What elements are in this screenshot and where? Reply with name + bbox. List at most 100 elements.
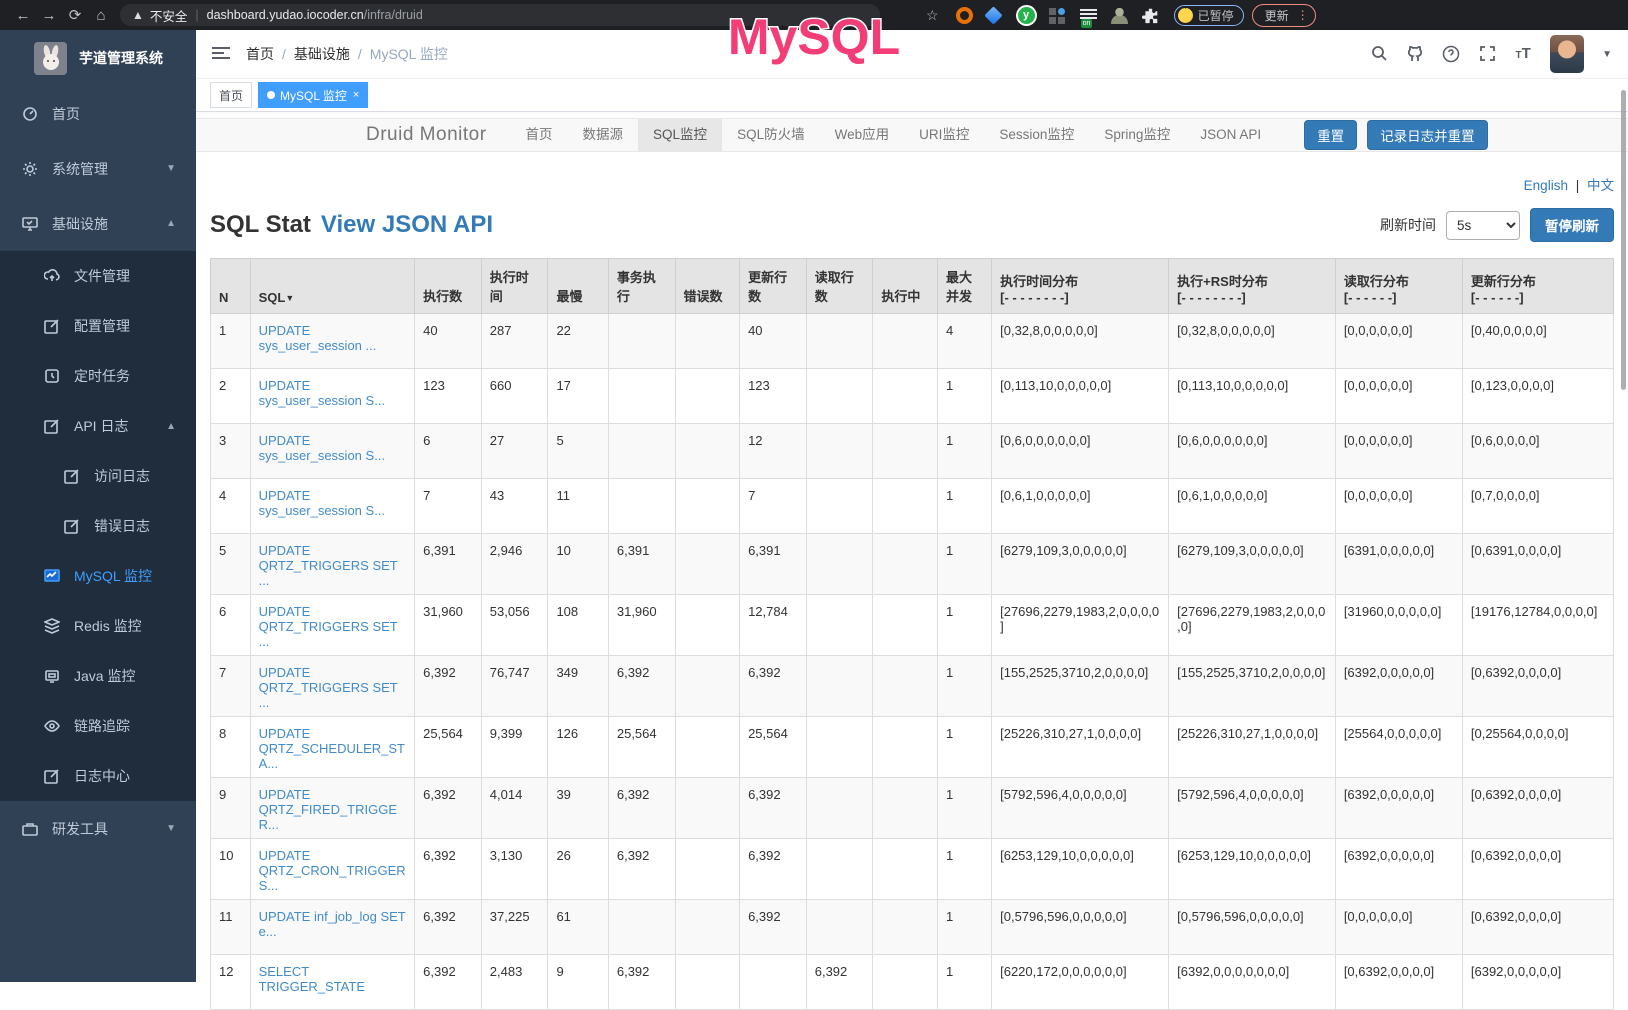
druid-tab-sql[interactable]: SQL监控 bbox=[638, 118, 722, 152]
extension-person-icon[interactable] bbox=[1111, 7, 1128, 24]
col-tx-exec[interactable]: 事务执行 bbox=[608, 259, 675, 314]
sql-link[interactable]: UPDATE QRTZ_TRIGGERS SET ... bbox=[259, 604, 398, 649]
fullscreen-icon[interactable] bbox=[1478, 45, 1496, 63]
sidebar-item-api-log[interactable]: API 日志 ▲ bbox=[0, 401, 196, 451]
back-icon[interactable]: ← bbox=[10, 7, 36, 24]
tag-home[interactable]: 首页 bbox=[210, 82, 252, 108]
col-read-rows[interactable]: 读取行数 bbox=[806, 259, 873, 314]
col-errors[interactable]: 错误数 bbox=[675, 259, 740, 314]
cell-read-row-dist: [0,0,0,0,0,0] bbox=[1335, 424, 1462, 479]
sql-link[interactable]: UPDATE inf_job_log SET e... bbox=[259, 909, 406, 939]
paused-extension-badge[interactable]: 已暂停 bbox=[1174, 5, 1244, 26]
sidebar-item-config[interactable]: 配置管理 bbox=[0, 301, 196, 351]
reset-and-log-button[interactable]: 记录日志并重置 bbox=[1367, 120, 1488, 150]
sql-link[interactable]: UPDATE QRTZ_TRIGGERS SET ... bbox=[259, 665, 398, 710]
sql-link[interactable]: UPDATE sys_user_session S... bbox=[259, 488, 385, 518]
forward-icon[interactable]: → bbox=[36, 7, 62, 24]
reset-button[interactable]: 重置 bbox=[1304, 120, 1357, 150]
sidebar-item-mysql-monitor[interactable]: MySQL 监控 bbox=[0, 551, 196, 601]
col-exec-count[interactable]: 执行数 bbox=[415, 259, 482, 314]
lang-chinese-link[interactable]: 中文 bbox=[1587, 178, 1614, 193]
sql-link[interactable]: UPDATE sys_user_session S... bbox=[259, 433, 385, 463]
kebab-menu-icon[interactable]: ⋮ bbox=[1297, 8, 1309, 22]
tag-mysql-monitor[interactable]: MySQL 监控 × bbox=[258, 82, 368, 108]
sidebar-item-system[interactable]: 系统管理 ▼ bbox=[0, 141, 196, 196]
scrollbar-thumb[interactable] bbox=[1621, 90, 1626, 390]
extensions-puzzle-icon[interactable] bbox=[1142, 7, 1159, 24]
chrome-update-button[interactable]: 更新 ⋮ bbox=[1252, 4, 1316, 27]
druid-tab-home[interactable]: 首页 bbox=[511, 118, 568, 152]
col-running[interactable]: 执行中 bbox=[873, 259, 938, 314]
sql-link[interactable]: UPDATE QRTZ_CRON_TRIGGERS... bbox=[259, 848, 406, 893]
cell-max-concurrent: 1 bbox=[937, 900, 991, 955]
page-title: SQL Stat bbox=[210, 211, 311, 239]
sql-link[interactable]: UPDATE sys_user_session S... bbox=[259, 378, 385, 408]
col-exec-time[interactable]: 执行时间 bbox=[481, 259, 548, 314]
sidebar-item-file[interactable]: 文件管理 bbox=[0, 251, 196, 301]
sidebar-item-infra[interactable]: 基础设施 ▲ bbox=[0, 196, 196, 251]
sidebar-item-redis-monitor[interactable]: Redis 监控 bbox=[0, 601, 196, 651]
col-sql[interactable]: SQL▼ bbox=[250, 259, 415, 314]
sidebar-item-java-monitor[interactable]: Java 监控 bbox=[0, 651, 196, 701]
col-max-concurrent[interactable]: 最大并发 bbox=[937, 259, 991, 314]
sidebar-item-error-log[interactable]: 错误日志 bbox=[0, 501, 196, 551]
druid-tab-session[interactable]: Session监控 bbox=[984, 118, 1089, 152]
extension-gem-icon[interactable] bbox=[984, 6, 1002, 24]
font-size-icon[interactable]: TT bbox=[1514, 45, 1532, 63]
lang-english-link[interactable]: English bbox=[1524, 178, 1568, 193]
refresh-interval-select[interactable]: 5s bbox=[1446, 211, 1520, 240]
extension-squares-icon[interactable] bbox=[1049, 7, 1066, 24]
sidebar-item-job[interactable]: 定时任务 bbox=[0, 351, 196, 401]
sql-link[interactable]: SELECT TRIGGER_STATE bbox=[259, 964, 365, 994]
search-icon[interactable] bbox=[1370, 45, 1388, 63]
view-json-api-link[interactable]: View JSON API bbox=[321, 211, 493, 239]
sidebar-item-dev-tools[interactable]: 研发工具 ▼ bbox=[0, 801, 196, 856]
cell-exec-count: 6 bbox=[415, 424, 482, 479]
hamburger-icon[interactable] bbox=[212, 47, 230, 61]
user-menu-caret-icon[interactable]: ▼ bbox=[1602, 49, 1612, 60]
bookmark-star-icon[interactable]: ☆ bbox=[926, 7, 939, 24]
druid-tab-wall[interactable]: SQL防火墙 bbox=[722, 118, 820, 152]
extension-donut-icon[interactable] bbox=[956, 7, 973, 24]
cell-n: 3 bbox=[211, 424, 251, 479]
breadcrumb-home[interactable]: 首页 bbox=[246, 44, 274, 64]
cell-read-rows bbox=[806, 534, 873, 595]
col-update-row-dist[interactable]: 更新行分布[- - - - - -] bbox=[1462, 259, 1613, 314]
col-exec-time-dist[interactable]: 执行时间分布[- - - - - - - -] bbox=[992, 259, 1169, 314]
sidebar-item-access-log[interactable]: 访问日志 bbox=[0, 451, 196, 501]
sidebar-item-home[interactable]: 首页 bbox=[0, 86, 196, 141]
extension-list-icon[interactable]: on bbox=[1080, 7, 1097, 24]
breadcrumb-infra[interactable]: 基础设施 bbox=[294, 44, 350, 64]
github-icon[interactable] bbox=[1406, 45, 1424, 63]
extension-green-icon[interactable]: y bbox=[1018, 7, 1035, 24]
sql-link[interactable]: UPDATE sys_user_session ... bbox=[259, 323, 377, 353]
cell-max-concurrent: 1 bbox=[937, 595, 991, 656]
cell-read-row-dist: [0,0,0,0,0,0] bbox=[1335, 314, 1462, 369]
col-n[interactable]: N bbox=[211, 259, 251, 314]
druid-tab-jsonapi[interactable]: JSON API bbox=[1185, 118, 1276, 152]
close-tag-icon[interactable]: × bbox=[353, 89, 359, 101]
col-slowest[interactable]: 最慢 bbox=[548, 259, 608, 314]
help-icon[interactable] bbox=[1442, 45, 1460, 63]
home-icon[interactable]: ⌂ bbox=[88, 7, 114, 24]
druid-tab-uri[interactable]: URI监控 bbox=[904, 118, 984, 152]
col-read-row-dist[interactable]: 读取行分布[- - - - - -] bbox=[1335, 259, 1462, 314]
druid-logo[interactable]: Druid Monitor bbox=[366, 124, 487, 146]
col-exec-rs-dist[interactable]: 执行+RS时分布[- - - - - - - -] bbox=[1169, 259, 1336, 314]
app-logo-row[interactable]: 芋道管理系统 bbox=[0, 30, 196, 86]
reload-icon[interactable]: ⟳ bbox=[62, 6, 88, 24]
col-update-rows[interactable]: 更新行数 bbox=[740, 259, 807, 314]
druid-tab-spring[interactable]: Spring监控 bbox=[1089, 118, 1185, 152]
sidebar-item-tracing[interactable]: 链路追踪 bbox=[0, 701, 196, 751]
cell-update-row-dist: [0,40,0,0,0,0] bbox=[1462, 314, 1613, 369]
sql-link[interactable]: UPDATE QRTZ_SCHEDULER_STA... bbox=[259, 726, 405, 771]
tags-view: 首页 MySQL 监控 × bbox=[196, 79, 1628, 112]
avatar[interactable] bbox=[1550, 35, 1584, 73]
druid-tab-webapp[interactable]: Web应用 bbox=[820, 118, 905, 152]
cell-n: 10 bbox=[211, 839, 251, 900]
pause-refresh-button[interactable]: 暂停刷新 bbox=[1530, 208, 1614, 242]
sql-link[interactable]: UPDATE QRTZ_TRIGGERS SET ... bbox=[259, 543, 398, 588]
druid-tab-datasource[interactable]: 数据源 bbox=[568, 118, 639, 152]
sql-link[interactable]: UPDATE QRTZ_FIRED_TRIGGER... bbox=[259, 787, 397, 832]
sidebar-item-log-center[interactable]: 日志中心 bbox=[0, 751, 196, 801]
